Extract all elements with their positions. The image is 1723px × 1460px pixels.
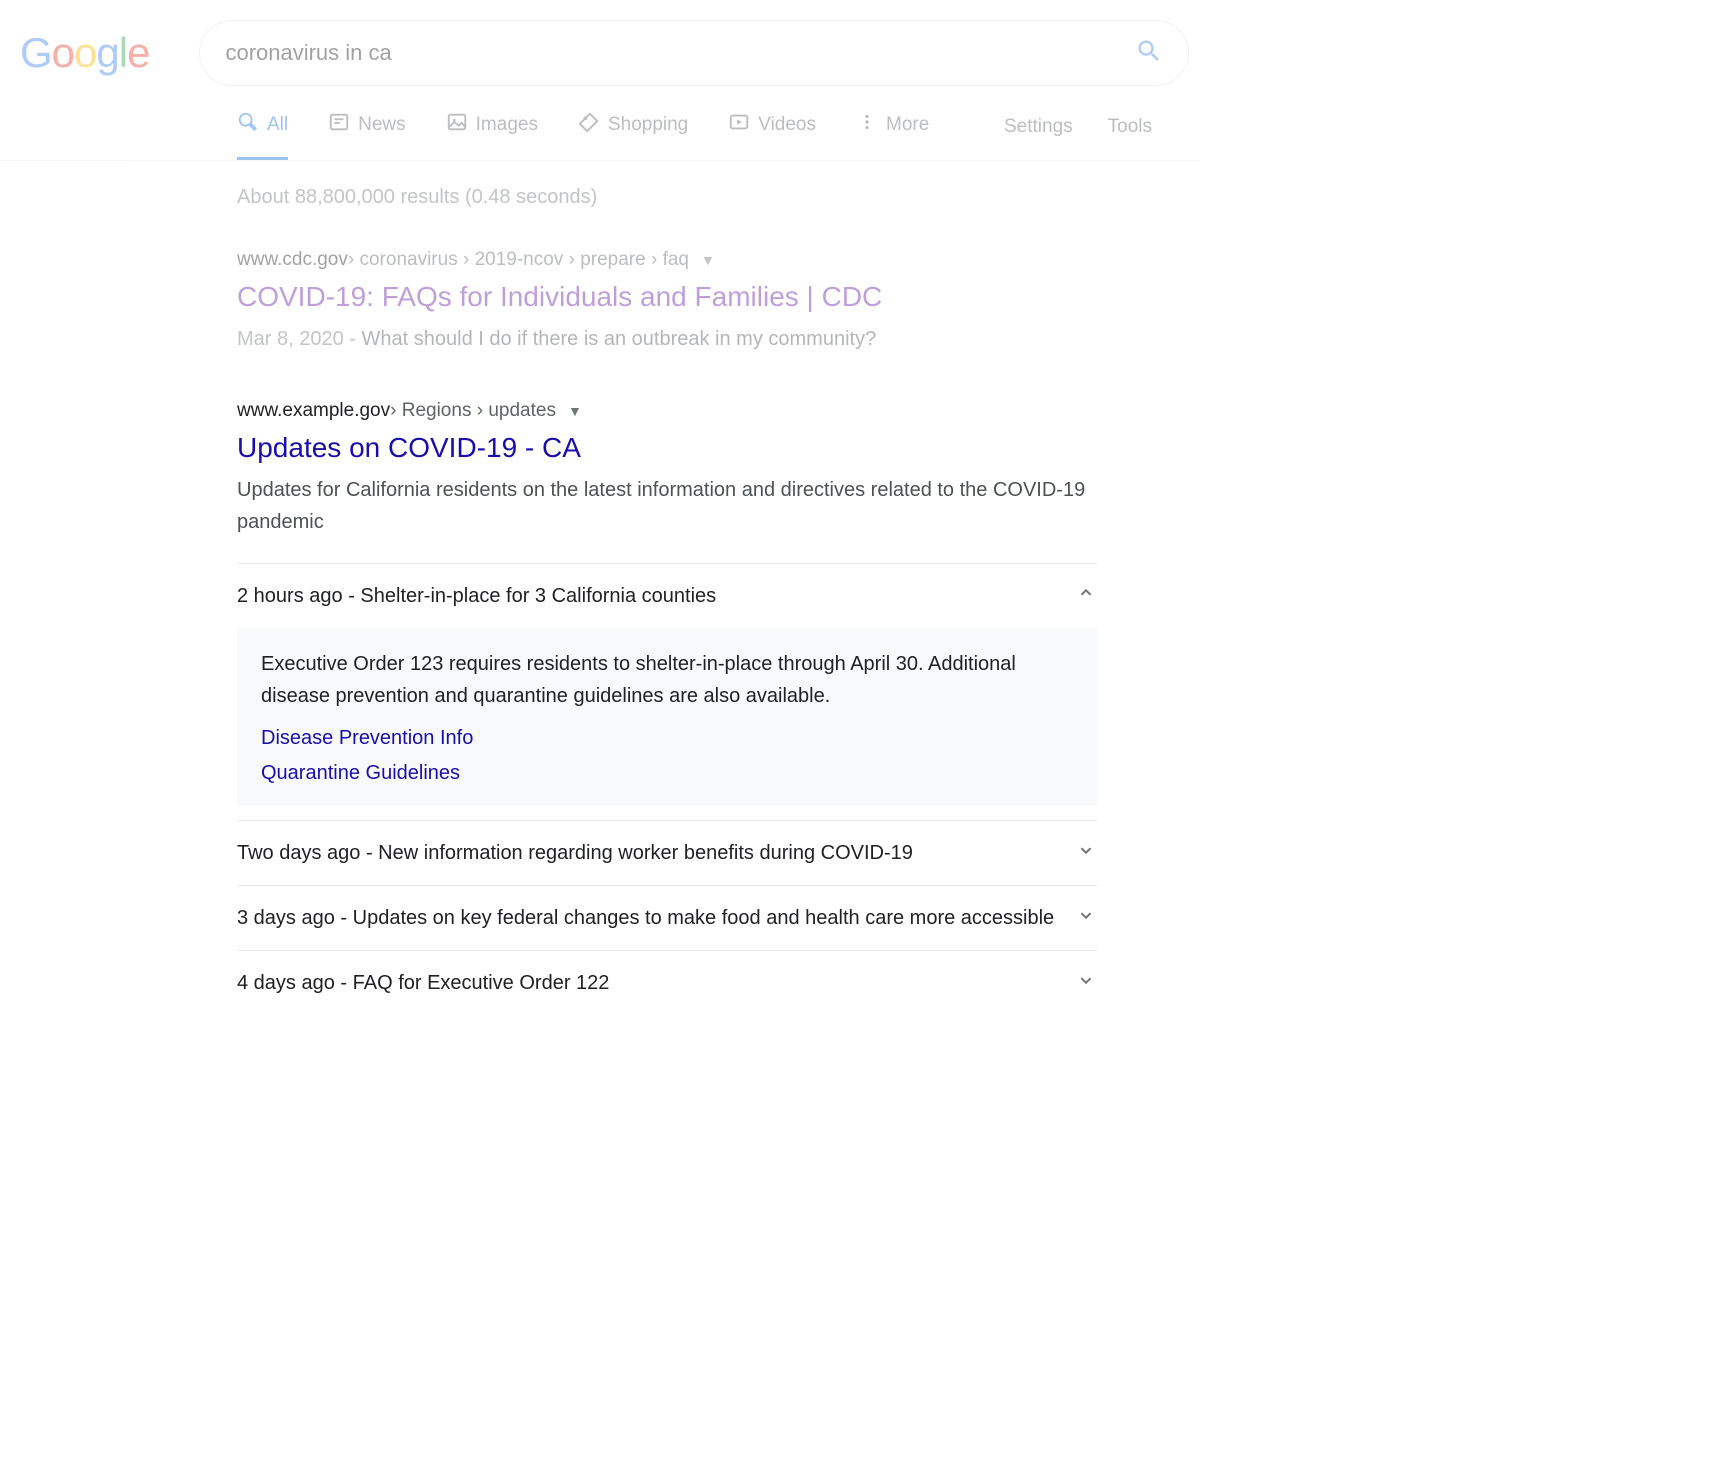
update-label: Two days ago - New information regarding… [237, 842, 913, 865]
news-icon [328, 111, 350, 139]
tools-link[interactable]: Tools [1108, 116, 1152, 138]
shopping-icon [578, 111, 600, 139]
update-link[interactable]: Disease Prevention Info [261, 727, 1073, 750]
tab-videos[interactable]: Videos [728, 111, 816, 160]
url-path: › Regions › updates [390, 400, 556, 422]
search-input[interactable] [225, 40, 1135, 66]
search-small-icon [237, 111, 259, 139]
update-link[interactable]: Quarantine Guidelines [261, 762, 1073, 785]
updates-list: 2 hours ago - Shelter-in-place for 3 Cal… [237, 563, 1097, 1015]
tab-more[interactable]: More [856, 111, 929, 160]
result-description: Updates for California residents on the … [237, 474, 1097, 538]
update-body: Executive Order 123 requires residents t… [261, 648, 1073, 712]
update-label: 3 days ago - Updates on key federal chan… [237, 907, 1054, 930]
tab-shopping[interactable]: Shopping [578, 111, 688, 160]
tab-label: Shopping [608, 114, 688, 136]
tab-label: News [358, 114, 406, 136]
update-label: 2 hours ago - Shelter-in-place for 3 Cal… [237, 585, 716, 608]
url-domain: www.example.gov [237, 400, 390, 422]
tab-label: Videos [758, 114, 816, 136]
tab-images[interactable]: Images [446, 111, 538, 160]
caret-down-icon[interactable]: ▼ [701, 252, 715, 268]
tab-label: More [886, 114, 929, 136]
search-result: www.example.gov › Regions › updates ▼ Up… [237, 400, 1097, 1015]
image-icon [446, 111, 468, 139]
result-title[interactable]: COVID-19: FAQs for Individuals and Famil… [237, 281, 1097, 313]
caret-down-icon[interactable]: ▼ [568, 403, 582, 419]
search-box[interactable] [199, 20, 1189, 86]
search-icon[interactable] [1135, 37, 1163, 70]
video-icon [728, 111, 750, 139]
expanded-update: Executive Order 123 requires residents t… [237, 628, 1097, 805]
update-label: 4 days ago - FAQ for Executive Order 122 [237, 972, 609, 995]
chevron-down-icon [1075, 839, 1097, 867]
update-item[interactable]: 2 hours ago - Shelter-in-place for 3 Cal… [237, 563, 1097, 628]
result-title[interactable]: Updates on COVID-19 - CA [237, 432, 1097, 464]
update-item[interactable]: Two days ago - New information regarding… [237, 820, 1097, 885]
url-path: › coronavirus › 2019-ncov › prepare › fa… [348, 249, 689, 271]
result-url[interactable]: www.example.gov › Regions › updates ▼ [237, 400, 1097, 422]
tab-label: All [267, 114, 288, 136]
chevron-up-icon [1075, 582, 1097, 610]
result-url[interactable]: www.cdc.gov › coronavirus › 2019-ncov › … [237, 249, 1097, 271]
result-date: Mar 8, 2020 - [237, 328, 362, 350]
chevron-down-icon [1075, 969, 1097, 997]
update-item[interactable]: 4 days ago - FAQ for Executive Order 122 [237, 950, 1097, 1015]
google-logo[interactable]: Google [20, 29, 149, 77]
result-stats: About 88,800,000 results (0.48 seconds) [237, 186, 1097, 209]
url-domain: www.cdc.gov [237, 249, 348, 271]
settings-link[interactable]: Settings [1004, 116, 1073, 138]
more-icon [856, 111, 878, 139]
result-snippet: Mar 8, 2020 - What should I do if there … [237, 323, 1097, 355]
tab-news[interactable]: News [328, 111, 406, 160]
tab-label: Images [476, 114, 538, 136]
result-snippet-text: What should I do if there is an outbreak… [362, 328, 877, 350]
tab-all[interactable]: All [237, 111, 288, 160]
update-item[interactable]: 3 days ago - Updates on key federal chan… [237, 885, 1097, 950]
chevron-down-icon [1075, 904, 1097, 932]
search-result: www.cdc.gov › coronavirus › 2019-ncov › … [237, 249, 1097, 355]
